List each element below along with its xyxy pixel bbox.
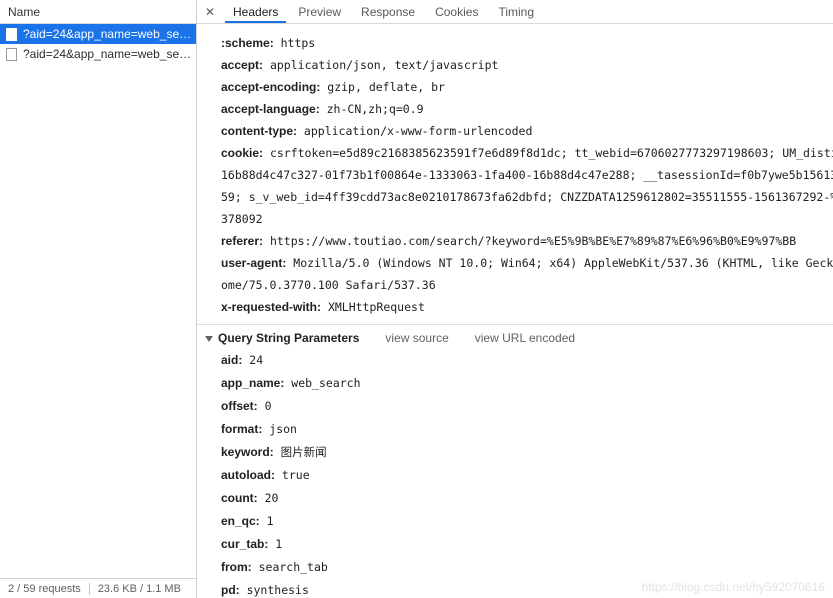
query-param-value: 0	[257, 399, 272, 413]
query-param-value: json	[262, 422, 297, 436]
query-param-value: synthesis	[239, 583, 309, 597]
header-row: content-type: application/x-www-form-url…	[197, 120, 833, 142]
header-row: referer: https://www.toutiao.com/search/…	[197, 230, 833, 252]
query-param-name: autoload:	[221, 468, 275, 482]
header-value: application/x-www-form-urlencoded	[297, 124, 533, 138]
query-param-name: count:	[221, 491, 258, 505]
query-string-section-header[interactable]: Query String Parameters view source view…	[197, 327, 833, 349]
header-value: https://www.toutiao.com/search/?keyword=…	[263, 234, 797, 248]
query-param-value: 1	[268, 537, 283, 551]
header-name: accept-language:	[221, 102, 320, 116]
query-param-row: en_qc: 1	[197, 510, 833, 533]
status-transfer: 23.6 KB / 1.1 MB	[97, 582, 181, 595]
query-param-name: format:	[221, 422, 263, 436]
list-item[interactable]: ?aid=24&app_name=web_sea…	[0, 44, 196, 64]
query-param-name: from:	[221, 560, 252, 574]
header-row: accept: application/json, text/javascrip…	[197, 54, 833, 76]
header-row: accept-language: zh-CN,zh;q=0.9	[197, 98, 833, 120]
query-param-row: from: search_tab	[197, 556, 833, 579]
header-value: https	[273, 36, 316, 50]
tab-preview[interactable]: Preview	[288, 0, 351, 23]
query-param-name: aid:	[221, 353, 243, 367]
section-divider	[197, 324, 833, 325]
header-name: :scheme:	[221, 36, 274, 50]
header-value-continuation: 16b88d4c47c327-01f73b1f00864e-1333063-1f…	[221, 168, 833, 182]
query-string-parameters-list: aid: 24 app_name: web_search offset: 0 form…	[197, 349, 833, 598]
query-param-row: count: 20	[197, 487, 833, 510]
column-header-name: Name	[0, 0, 196, 24]
view-source-link[interactable]: view source	[385, 327, 448, 349]
header-name: accept:	[221, 58, 264, 72]
query-param-value: search_tab	[251, 560, 328, 574]
header-value: XMLHttpRequest	[321, 300, 425, 314]
query-param-name: offset:	[221, 399, 258, 413]
query-param-row: aid: 24	[197, 349, 833, 372]
request-name: ?aid=24&app_name=web_sea…	[23, 47, 196, 61]
query-param-name: keyword:	[221, 445, 274, 459]
header-name: accept-encoding:	[221, 80, 321, 94]
query-param-row: format: json	[197, 418, 833, 441]
detail-tab-strip: ✕ Headers Preview Response Cookies Timin…	[197, 0, 833, 24]
request-list-panel: Name ?aid=24&app_name=web_sea… ?aid=24&a…	[0, 0, 197, 598]
tab-response[interactable]: Response	[351, 0, 425, 23]
query-param-name: cur_tab:	[221, 537, 269, 551]
view-url-encoded-link[interactable]: view URL encoded	[475, 327, 575, 349]
header-value-continuation: 378092	[221, 212, 263, 226]
devtools-network-panel: Name ?aid=24&app_name=web_sea… ?aid=24&a…	[0, 0, 833, 598]
tab-cookies[interactable]: Cookies	[425, 0, 488, 23]
close-icon[interactable]: ✕	[197, 0, 223, 23]
header-value: csrftoken=e5d89c2168385623591f7e6d89f8d1…	[263, 146, 833, 160]
request-name: ?aid=24&app_name=web_sea…	[23, 27, 196, 41]
query-param-value: 图片新闻	[273, 445, 327, 459]
header-name: content-type:	[221, 124, 297, 138]
query-param-name: app_name:	[221, 376, 285, 390]
query-param-row: autoload: true	[197, 464, 833, 487]
status-bar: 2 / 59 requests 23.6 KB / 1.1 MB	[0, 578, 196, 598]
document-icon	[6, 47, 17, 61]
header-row: cookie: csrftoken=e5d89c2168385623591f7e…	[197, 142, 833, 164]
header-value: application/json, text/javascript	[263, 58, 499, 72]
document-icon	[6, 27, 17, 41]
detail-body: :scheme: https accept: application/json, …	[197, 24, 833, 598]
header-row: x-requested-with: XMLHttpRequest	[197, 296, 833, 318]
header-value: gzip, deflate, br	[320, 80, 445, 94]
query-param-value: 20	[257, 491, 279, 505]
header-row: accept-encoding: gzip, deflate, br	[197, 76, 833, 98]
header-value: Mozilla/5.0 (Windows NT 10.0; Win64; x64…	[286, 256, 833, 270]
request-headers-list: :scheme: https accept: application/json, …	[197, 24, 833, 318]
header-row: user-agent: Mozilla/5.0 (Windows NT 10.0…	[197, 252, 833, 274]
chevron-down-icon[interactable]	[205, 335, 213, 342]
query-param-value: 1	[259, 514, 274, 528]
query-param-name: pd:	[221, 583, 240, 597]
query-param-value: 24	[242, 353, 264, 367]
query-param-row: keyword: 图片新闻	[197, 441, 833, 464]
request-list[interactable]: ?aid=24&app_name=web_sea… ?aid=24&app_na…	[0, 24, 196, 578]
list-item[interactable]: ?aid=24&app_name=web_sea…	[0, 24, 196, 44]
query-param-row: offset: 0	[197, 395, 833, 418]
header-value: zh-CN,zh;q=0.9	[319, 102, 424, 116]
status-requests: 2 / 59 requests	[8, 582, 81, 595]
header-name: x-requested-with:	[221, 300, 322, 314]
request-detail-panel: ✕ Headers Preview Response Cookies Timin…	[197, 0, 833, 598]
header-value-continuation: ome/75.0.3770.100 Safari/537.36	[221, 278, 436, 292]
header-name: cookie:	[221, 146, 264, 160]
header-row: :scheme: https	[197, 32, 833, 54]
query-param-value: web_search	[284, 376, 361, 390]
query-param-value: true	[275, 468, 310, 482]
header-name: user-agent:	[221, 256, 287, 270]
section-title: Query String Parameters	[218, 331, 360, 345]
query-param-row: cur_tab: 1	[197, 533, 833, 556]
header-value-continuation: 59; s_v_web_id=4ff39cdd73ac8e0210178673f…	[221, 190, 833, 204]
query-param-name: en_qc:	[221, 514, 260, 528]
tab-timing[interactable]: Timing	[488, 0, 544, 23]
tab-headers[interactable]: Headers	[223, 0, 288, 23]
query-param-row: app_name: web_search	[197, 372, 833, 395]
header-name: referer:	[221, 234, 264, 248]
query-param-row: pd: synthesis	[197, 579, 833, 598]
